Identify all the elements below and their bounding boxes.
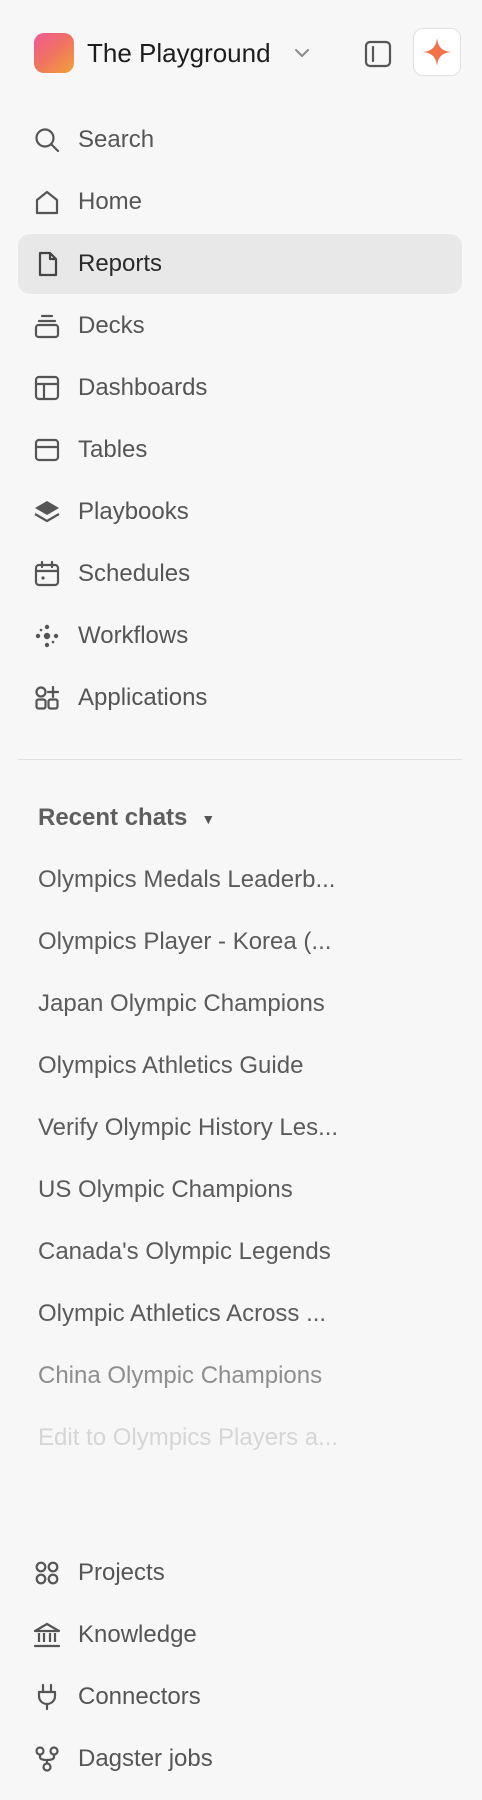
recent-chats-header[interactable]: Recent chats ▼ [38,800,215,836]
caret-down-icon: ▼ [201,810,216,827]
workspace-header: The Playground [0,0,482,106]
chevron-down-icon[interactable] [292,44,312,62]
projects-icon [32,1558,62,1588]
sidebar-item-playbooks[interactable]: Playbooks [18,482,462,542]
recent-chat-item[interactable]: Olympic Athletics Across ... [38,1294,398,1334]
recent-chat-item[interactable]: Olympics Player - Korea (... [38,922,398,962]
sparkle-icon [423,38,451,66]
sidebar-item-label: Projects [78,1559,165,1586]
apps-add-icon [32,683,62,713]
search-icon [32,125,62,155]
sidebar-item-label: Workflows [78,622,189,649]
sidebar-item-schedules[interactable]: Schedules [18,544,462,604]
sidebar-item-label: Schedules [78,560,191,587]
sidebar-item-tables[interactable]: Tables [18,420,462,480]
document-icon [32,249,62,279]
recent-chat-item[interactable]: Olympics Medals Leaderb... [38,860,398,900]
sidebar-toggle-icon[interactable] [362,38,394,70]
table-icon [32,435,62,465]
recent-chat-item[interactable]: Canada's Olympic Legends [38,1232,398,1272]
sidebar-item-label: Connectors [78,1683,201,1710]
bank-icon [32,1620,62,1650]
pipeline-icon [32,1744,62,1774]
sidebar-item-label: Tables [78,436,148,463]
sidebar-item-label: Reports [78,250,163,277]
home-icon [32,187,62,217]
nav-divider [18,759,462,760]
recent-chats-title: Recent chats [38,804,188,831]
sidebar-item-reports[interactable]: Reports [18,234,462,294]
layers-icon [32,497,62,527]
sidebar-item-label: Applications [78,684,208,711]
stack-icon [32,311,62,341]
sidebar-item-label: Home [78,188,143,215]
dashboard-icon [32,373,62,403]
workspace-name[interactable]: The Playground [87,35,271,71]
plug-icon [32,1682,62,1712]
recent-chat-item[interactable]: China Olympic Champions [38,1356,398,1396]
sidebar-item-workflows[interactable]: Workflows [18,606,462,666]
sidebar-item-dagster-jobs[interactable]: Dagster jobs [18,1729,462,1789]
recent-chat-item[interactable]: Olympics Athletics Guide [38,1046,398,1086]
sidebar-item-label: Dashboards [78,374,208,401]
workflow-icon [32,621,62,651]
recent-chat-item[interactable]: Japan Olympic Champions [38,984,398,1024]
sidebar-item-search[interactable]: Search [18,110,462,170]
sidebar-item-applications[interactable]: Applications [18,668,462,728]
sidebar-item-label: Search [78,126,155,153]
sidebar-item-dashboards[interactable]: Dashboards [18,358,462,418]
sidebar-item-projects[interactable]: Projects [18,1543,462,1603]
recent-chat-item[interactable]: Verify Olympic History Les... [38,1108,398,1148]
sidebar-item-label: Knowledge [78,1621,197,1648]
ai-assistant-button[interactable] [413,28,461,76]
sidebar: The Playground Search Home Reports Decks Das… [0,0,482,1800]
sidebar-item-label: Playbooks [78,498,189,525]
sidebar-item-home[interactable]: Home [18,172,462,232]
sidebar-item-decks[interactable]: Decks [18,296,462,356]
sidebar-item-connectors[interactable]: Connectors [18,1667,462,1727]
recent-chat-item[interactable]: US Olympic Champions [38,1170,398,1210]
sidebar-item-label: Dagster jobs [78,1745,213,1772]
sidebar-item-knowledge[interactable]: Knowledge [18,1605,462,1665]
sidebar-item-label: Decks [78,312,145,339]
workspace-logo[interactable] [34,33,74,73]
recent-chat-item[interactable]: Edit to Olympics Players a... [38,1418,398,1458]
calendar-icon [32,559,62,589]
